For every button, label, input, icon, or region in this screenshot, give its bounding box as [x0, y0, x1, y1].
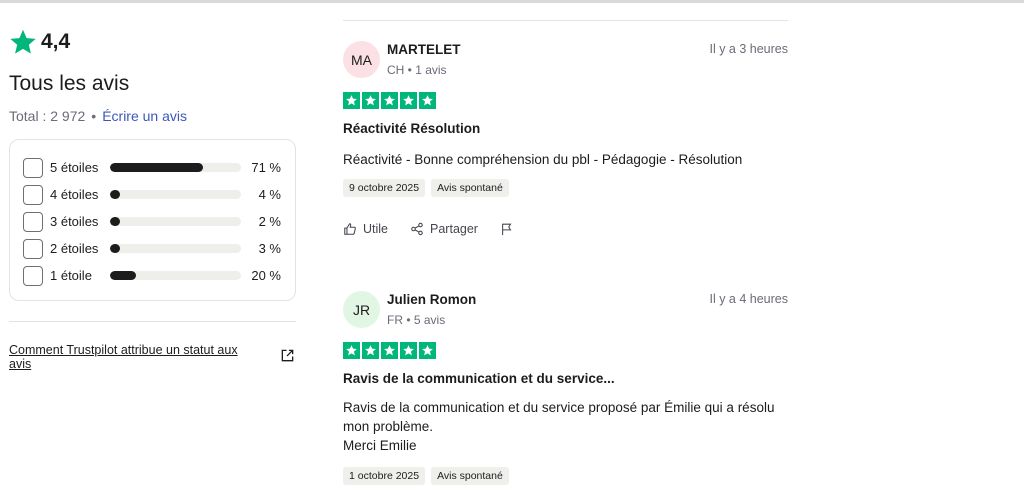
flag-icon: [502, 223, 512, 236]
separator-dot: •: [91, 108, 97, 124]
review-body: Réactivité - Bonne compréhension du pbl …: [343, 152, 743, 167]
filter-label: 1 étoile: [50, 268, 92, 283]
filter-row-1-star[interactable]: 1 étoile 20 %: [10, 262, 295, 289]
distribution-bar-fill: [110, 217, 120, 226]
distribution-bar: [110, 163, 241, 172]
external-link-icon[interactable]: [280, 348, 295, 363]
filter-label: 2 étoiles: [50, 241, 99, 256]
star-filter-panel: 5 étoiles 71 % 4 étoiles 4 % 3 étoiles 2…: [9, 139, 296, 301]
review-title[interactable]: Ravis de la communication et du service.…: [343, 371, 615, 386]
distribution-bar-fill: [110, 163, 203, 172]
top-border: [0, 0, 1024, 3]
share-button[interactable]: Partager: [410, 222, 478, 236]
rating-value: 4,4: [41, 30, 71, 53]
total-line: Total : 2 972 • Écrire un avis: [9, 108, 187, 124]
page-title: Tous les avis: [9, 72, 130, 95]
review-stars: [343, 92, 436, 109]
distribution-bar: [110, 271, 241, 280]
review-title[interactable]: Réactivité Résolution: [343, 121, 480, 136]
date-chip: 9 octobre 2025: [343, 179, 426, 197]
review-card: MA MARTELET CH • 1 avis Il y a 3 heures …: [343, 41, 788, 246]
distribution-percent: 4 %: [258, 187, 281, 202]
filter-row-2-stars[interactable]: 2 étoiles 3 %: [10, 235, 295, 262]
review-body: Ravis de la communication et du service …: [343, 398, 788, 455]
distribution-bar-fill: [110, 190, 120, 199]
review-body-line: mon problème.: [343, 419, 434, 434]
star-icon: [400, 342, 417, 359]
date-chip: 1 octobre 2025: [343, 467, 426, 485]
reviewer-name[interactable]: Julien Romon: [387, 292, 476, 307]
review-status-link[interactable]: Comment Trustpilot attribue un statut au…: [9, 343, 249, 371]
distribution-percent: 71 %: [251, 160, 281, 175]
checkbox-5-stars[interactable]: [23, 157, 43, 178]
overall-rating: 4,4: [9, 28, 70, 56]
distribution-bar: [110, 217, 241, 226]
distribution-percent: 20 %: [251, 268, 281, 283]
checkbox-2-stars[interactable]: [23, 238, 43, 259]
avatar[interactable]: MA: [343, 41, 380, 78]
spontaneous-chip[interactable]: Avis spontané: [431, 467, 509, 485]
star-icon: [381, 92, 398, 109]
distribution-bar: [110, 244, 241, 253]
reviewer-meta: FR • 5 avis: [387, 313, 446, 327]
review-actions: Utile Partager: [343, 222, 514, 236]
share-label: Partager: [430, 222, 478, 236]
review-card: JR Julien Romon FR • 5 avis Il y a 4 heu…: [343, 291, 788, 491]
distribution-bar-fill: [110, 244, 120, 253]
distribution-bar-fill: [110, 271, 136, 280]
star-icon: [343, 342, 360, 359]
filter-label: 4 étoiles: [50, 187, 99, 202]
reviewer-meta: CH • 1 avis: [387, 63, 447, 77]
star-icon: [362, 92, 379, 109]
review-time: Il y a 3 heures: [709, 42, 788, 56]
star-icon: [343, 92, 360, 109]
thumbs-up-icon: [344, 223, 356, 235]
share-icon: [411, 222, 423, 236]
checkbox-1-star[interactable]: [23, 265, 43, 286]
star-icon: [362, 342, 379, 359]
review-body-line: Ravis de la communication et du service …: [343, 400, 775, 415]
star-icon: [419, 92, 436, 109]
checkbox-3-stars[interactable]: [23, 211, 43, 232]
spontaneous-chip[interactable]: Avis spontané: [431, 179, 509, 197]
star-icon: [400, 92, 417, 109]
filter-row-3-stars[interactable]: 3 étoiles 2 %: [10, 208, 295, 235]
distribution-percent: 3 %: [258, 241, 281, 256]
filter-row-4-stars[interactable]: 4 étoiles 4 %: [10, 181, 295, 208]
distribution-percent: 2 %: [258, 214, 281, 229]
review-time: Il y a 4 heures: [709, 292, 788, 306]
review-stars: [343, 342, 436, 359]
divider: [9, 321, 296, 322]
filter-label: 3 étoiles: [50, 214, 99, 229]
star-icon: [381, 342, 398, 359]
trustpilot-star-icon: [10, 29, 36, 54]
report-button[interactable]: [500, 222, 514, 236]
useful-button[interactable]: Utile: [343, 222, 388, 236]
review-chips: 1 octobre 2025 Avis spontané: [343, 467, 509, 485]
distribution-bar: [110, 190, 241, 199]
filter-row-5-stars[interactable]: 5 étoiles 71 %: [10, 154, 295, 181]
avatar[interactable]: JR: [343, 291, 380, 328]
review-chips: 9 octobre 2025 Avis spontané: [343, 179, 509, 197]
review-body-line: Merci Emilie: [343, 438, 417, 453]
write-review-link[interactable]: Écrire un avis: [102, 108, 187, 124]
divider: [343, 20, 788, 21]
useful-label: Utile: [363, 222, 389, 236]
total-count: Total : 2 972: [9, 108, 86, 124]
star-icon: [419, 342, 436, 359]
reviewer-name[interactable]: MARTELET: [387, 42, 461, 57]
filter-label: 5 étoiles: [50, 160, 99, 175]
checkbox-4-stars[interactable]: [23, 184, 43, 205]
